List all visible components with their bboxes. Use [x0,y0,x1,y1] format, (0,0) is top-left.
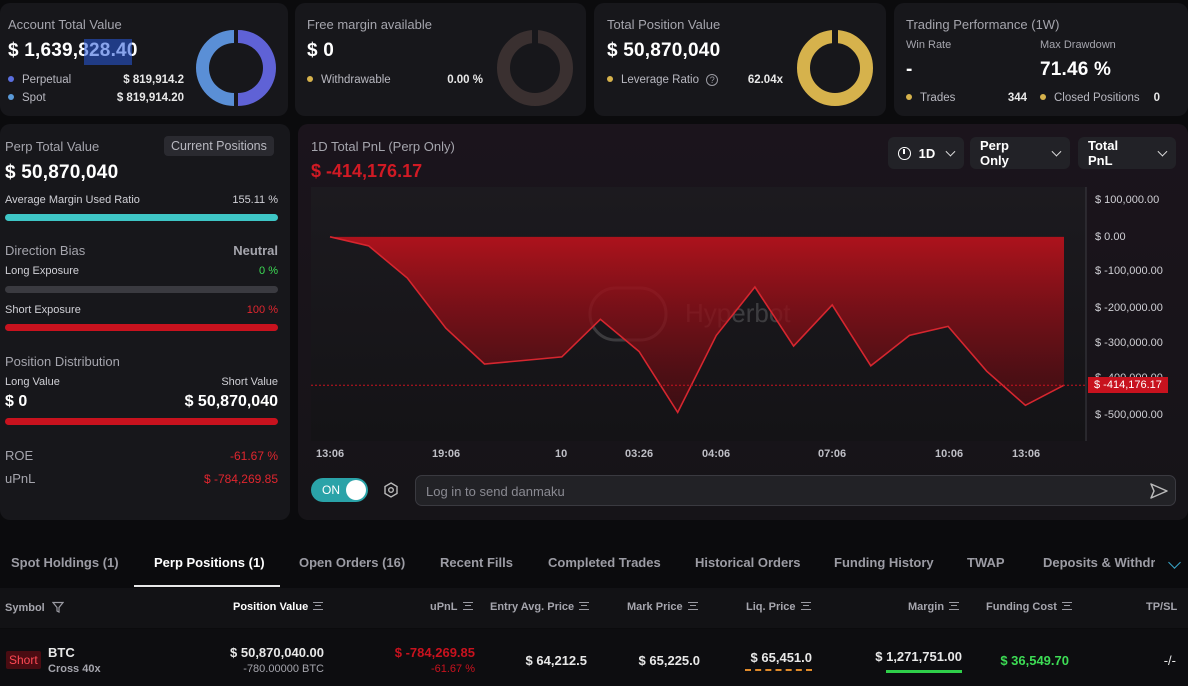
danmaku-settings-icon[interactable] [383,482,399,498]
danmaku-toggle[interactable]: ON [311,478,368,502]
header-margin[interactable]: Margin [908,601,960,613]
sort-icon [462,602,473,610]
header-liq-label: Liq. Price [746,601,796,613]
tab-historical-orders[interactable]: Historical Orders [695,555,801,570]
header-mark-price[interactable]: Mark Price [627,601,698,613]
row-position-value: $ 50,870,040.00 [230,645,324,660]
header-entry-price[interactable]: Entry Avg. Price [490,601,590,613]
tab-completed-trades[interactable]: Completed Trades [548,555,661,570]
x-tick-8: 13:06 [1012,448,1041,460]
x-tick-6: 07:06 [818,448,847,460]
header-position-value[interactable]: Position Value [233,601,324,613]
header-margin-label: Margin [908,601,945,613]
row-upnl-pct: -61.67 % [430,663,475,675]
sort-icon [1061,602,1072,610]
header-entry-label: Entry Avg. Price [490,601,575,613]
y-tick-minus-500k: $ -500,000.00 [1095,409,1163,421]
x-tick-4: 03:26 [625,448,654,460]
x-tick-1: 13:06 [316,448,345,460]
row-symbol[interactable]: BTC [48,645,75,660]
tab-funding-history[interactable]: Funding History [834,555,934,570]
row-margin: $ 1,271,751.00 [875,649,962,664]
sort-icon [687,602,698,610]
y-tick-100k: $ 100,000.00 [1095,194,1160,206]
header-symbol[interactable]: Symbol [5,601,65,614]
tab-deposits-withdrawals[interactable]: Deposits & Withdra [1043,555,1155,570]
filter-icon[interactable] [51,601,65,613]
header-mark-label: Mark Price [627,601,683,613]
toggle-label: ON [322,483,340,497]
pnl-area-chart: Hyperbot [311,187,1087,441]
header-funding-label: Funding Cost [986,601,1057,613]
row-upnl: $ -784,269.85 [394,645,475,660]
row-entry-price: $ 64,212.5 [525,653,587,668]
tab-spot-holdings[interactable]: Spot Holdings (1) [11,555,119,570]
header-symbol-label: Symbol [5,602,45,614]
sort-icon [579,602,590,610]
row-mark-price: $ 65,225.0 [638,653,700,668]
row-position-size: -780.00000 BTC [243,663,324,675]
margin-bar [886,670,962,673]
y-tick-minus-300k: $ -300,000.00 [1095,337,1163,349]
active-tab-indicator [134,585,280,587]
tabs-more-chevron-icon[interactable] [1168,556,1181,569]
row-margin-mode: Cross 40x [48,663,101,675]
send-icon[interactable] [1149,482,1169,500]
sort-icon [949,602,960,610]
tab-twap[interactable]: TWAP [967,555,1005,570]
sort-icon [313,602,324,610]
y-tick-minus-100k: $ -100,000.00 [1095,265,1163,277]
liq-price-underline [745,669,812,671]
header-upnl[interactable]: uPnL [430,601,473,613]
danmaku-placeholder: Log in to send danmaku [426,484,565,499]
x-tick-7: 10:06 [935,448,964,460]
sort-icon [800,602,811,610]
header-position-value-label: Position Value [233,601,309,613]
danmaku-input[interactable]: Log in to send danmaku [415,475,1176,506]
tab-perp-positions[interactable]: Perp Positions (1) [154,555,265,570]
y-tick-0: $ 0.00 [1095,231,1126,243]
header-funding-cost[interactable]: Funding Cost [986,601,1072,613]
header-upnl-label: uPnL [430,601,458,613]
x-tick-3: 10 [555,448,568,460]
side-badge: Short [6,651,41,669]
tab-recent-fills[interactable]: Recent Fills [440,555,513,570]
row-liq-price: $ 65,451.0 [750,650,812,665]
header-liq-price[interactable]: Liq. Price [746,601,811,613]
row-tpsl[interactable]: -/- [1164,653,1176,668]
row-funding-cost: $ 36,549.70 [1000,653,1069,668]
tab-open-orders[interactable]: Open Orders (16) [299,555,405,570]
header-tpsl: TP/SL [1146,601,1178,613]
y-tick-minus-200k: $ -200,000.00 [1095,302,1163,314]
current-value-label: $ -414,176.17 [1088,377,1168,393]
x-tick-2: 19:06 [432,448,461,460]
x-tick-5: 04:06 [702,448,731,460]
toggle-knob [346,480,366,500]
